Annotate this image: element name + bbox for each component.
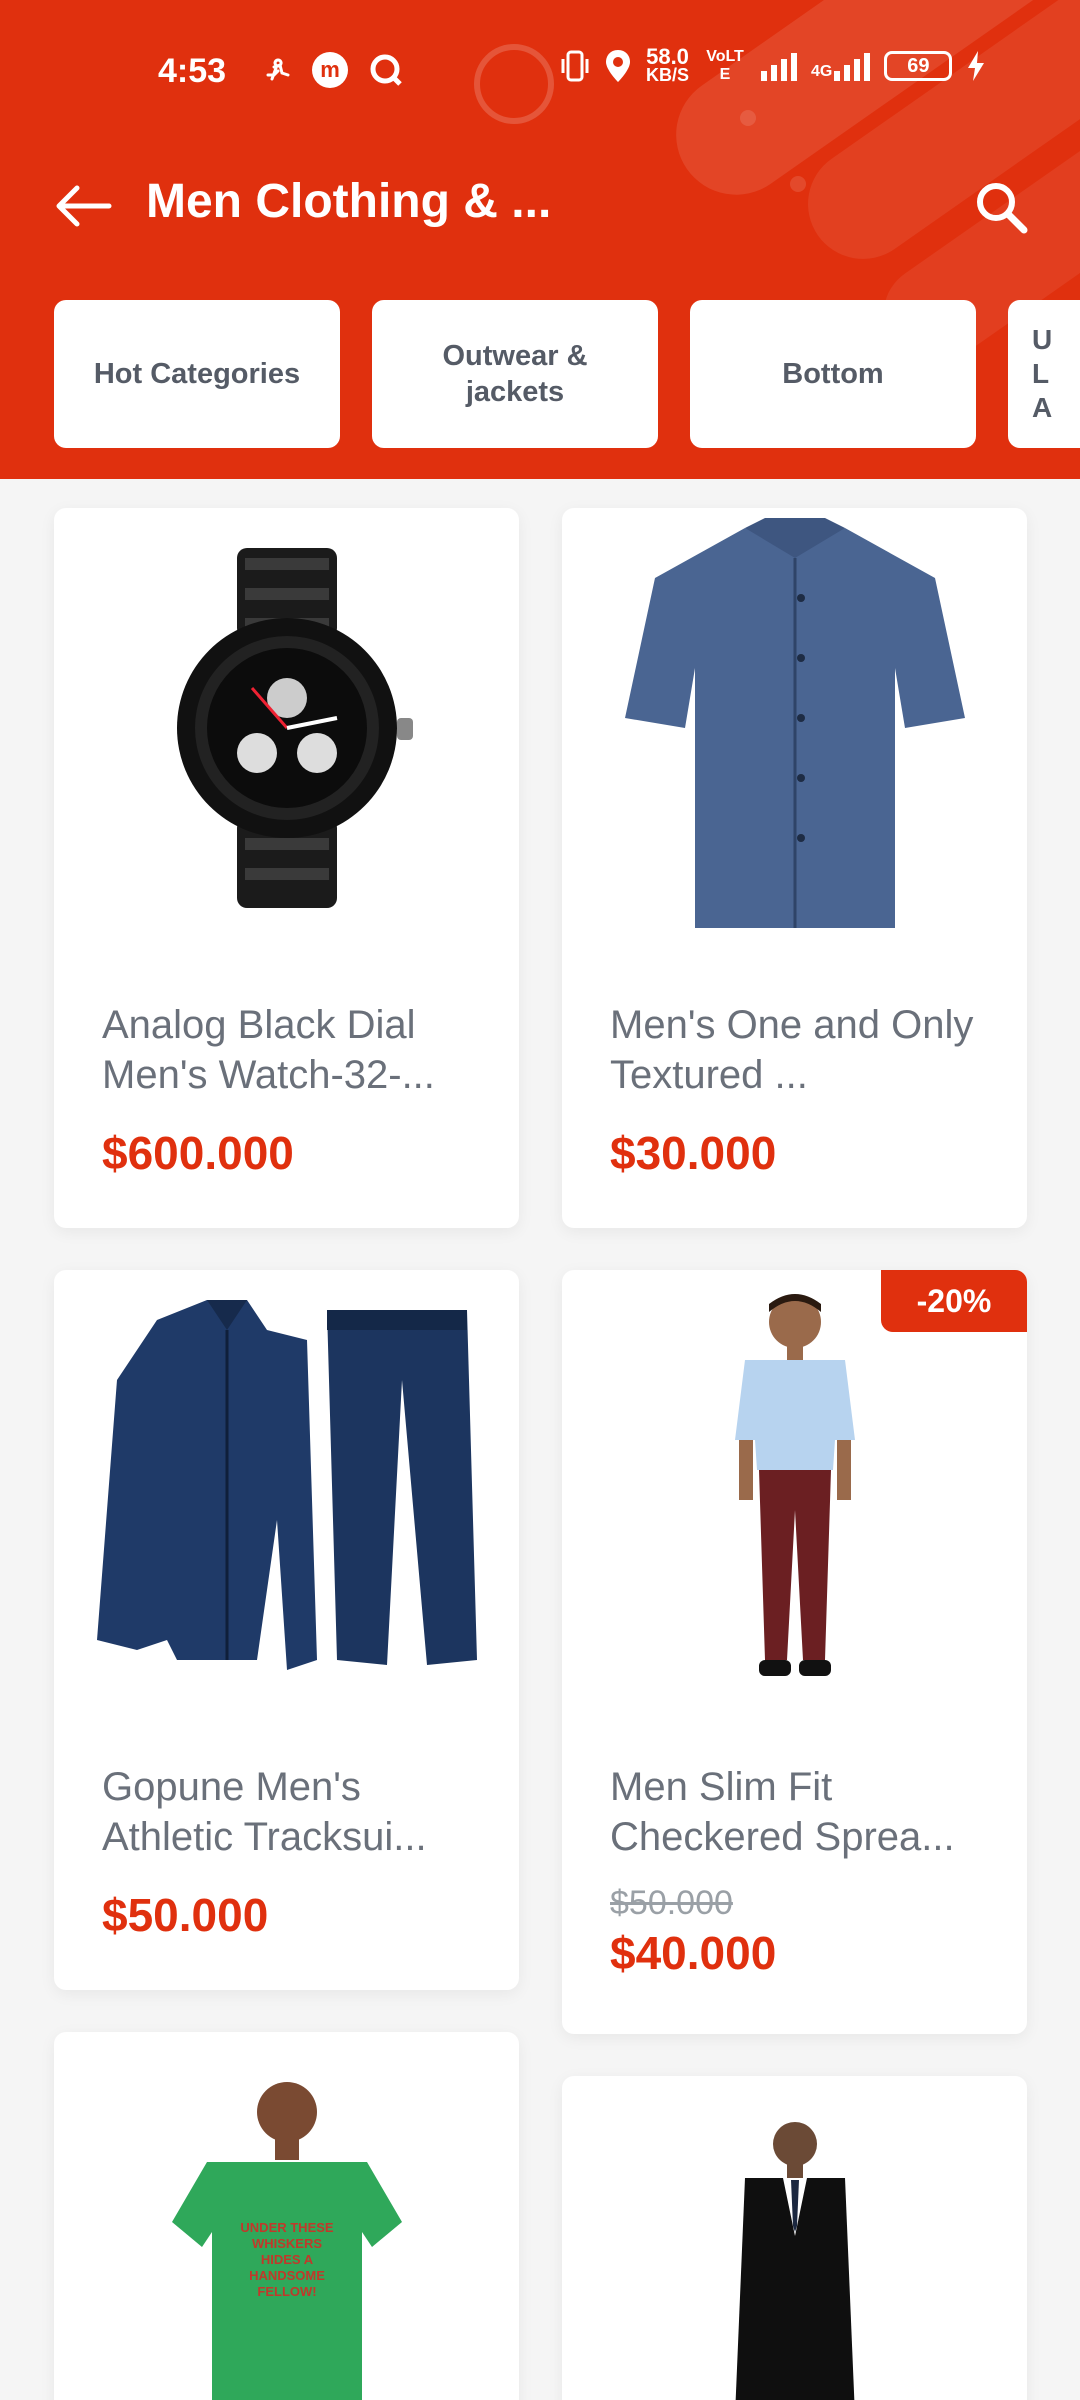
- category-chip[interactable]: U L A: [1008, 300, 1080, 448]
- network-type: 4G: [811, 63, 833, 80]
- location-icon: [606, 50, 630, 82]
- speed-value: 58.0: [646, 44, 689, 69]
- arrow-left-icon: [56, 185, 112, 227]
- product-price: $50.000: [102, 1889, 269, 1941]
- battery-icon: 69: [884, 51, 953, 81]
- battery-level: 69: [907, 54, 930, 77]
- product-name: Men's One and Only Textured ...: [610, 1003, 974, 1097]
- tracksuit-image: [54, 1270, 519, 1710]
- product-card[interactable]: Analog Black Dial Men's Watch-32-... $60…: [54, 508, 519, 1228]
- status-notification-icons: m: [262, 52, 404, 88]
- category-chips: Hot Categories Outwear & jackets Bottom …: [0, 300, 1080, 448]
- green-tshirt-image: UNDER THESE WHISKERS HIDES A HANDSOME FELLOW…: [54, 2072, 519, 2400]
- app-m-icon: m: [312, 52, 348, 88]
- volte-label: VoLTE: [706, 48, 744, 83]
- search-icon: [977, 183, 1028, 234]
- toolbar: Men Clothing & ...: [0, 160, 1080, 250]
- product-price: $600.000: [102, 1127, 294, 1179]
- status-time: 4:53: [158, 52, 227, 90]
- category-chip[interactable]: Hot Categories: [54, 300, 340, 448]
- signal-icon: [761, 51, 798, 81]
- discount-badge: -20%: [881, 1270, 1027, 1332]
- watch-image: [54, 508, 519, 948]
- q-app-icon: [370, 54, 402, 86]
- product-name: Gopune Men's Athletic Tracksui...: [102, 1765, 427, 1859]
- category-chip[interactable]: Bottom: [690, 300, 976, 448]
- black-suit-image: [562, 2116, 1027, 2400]
- back-button[interactable]: [48, 176, 118, 236]
- charging-icon: [968, 51, 985, 81]
- product-card[interactable]: -20% Men Slim Fit Checkered Sprea... $50…: [562, 1270, 1027, 2034]
- network-speed: 58.0 KB/S: [646, 44, 690, 85]
- category-chip[interactable]: Outwear & jackets: [372, 300, 658, 448]
- product-card[interactable]: [562, 2076, 1027, 2400]
- product-old-price: $50.000: [610, 1884, 733, 1922]
- vibrate-icon: [561, 50, 589, 82]
- product-card[interactable]: Men's One and Only Textured ... $30.000: [562, 508, 1027, 1228]
- status-bar: 4:53 m 58.0 KB/S VoLTE 4G 69: [0, 0, 1080, 140]
- product-price: $40.000: [610, 1927, 777, 1979]
- search-button[interactable]: [966, 172, 1036, 242]
- app-header: 4:53 m 58.0 KB/S VoLTE 4G 69 Men Clothin…: [0, 0, 1080, 479]
- product-card[interactable]: UNDER THESE WHISKERS HIDES A HANDSOME FELLOW…: [54, 2032, 519, 2400]
- shirt-image: [562, 508, 1027, 948]
- activity-icon: [266, 58, 290, 81]
- product-name: Analog Black Dial Men's Watch-32-...: [102, 1003, 435, 1097]
- signal-4g-icon: 4G: [811, 51, 871, 81]
- product-card[interactable]: Gopune Men's Athletic Tracksui... $50.00…: [54, 1270, 519, 1990]
- model-shirt-image: [562, 1270, 1027, 1710]
- status-system-icons: 58.0 KB/S VoLTE 4G 69: [560, 44, 986, 85]
- product-price: $30.000: [610, 1127, 777, 1179]
- speed-unit: KB/S: [646, 65, 690, 85]
- product-name: Men Slim Fit Checkered Sprea...: [610, 1765, 955, 1859]
- page-title: Men Clothing & ...: [146, 175, 552, 228]
